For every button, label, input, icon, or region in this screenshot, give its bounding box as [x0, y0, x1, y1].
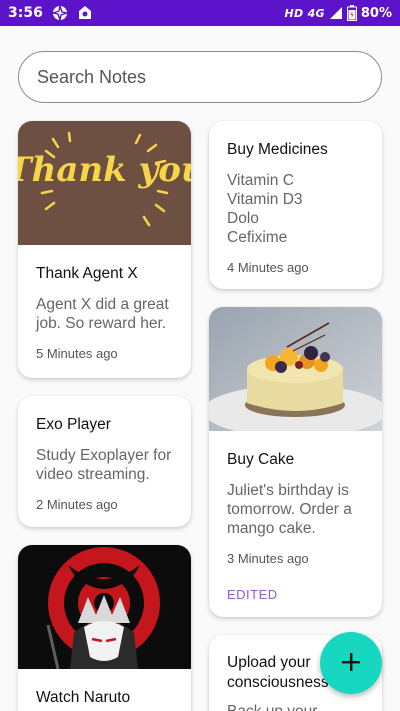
naruto-image [18, 545, 191, 669]
note-card[interactable]: Watch Naruto [18, 545, 191, 711]
app-icon [77, 5, 93, 21]
network-label: HD 4G [284, 6, 325, 20]
note-title: Watch Naruto [36, 689, 131, 706]
note-time: 5 Minutes ago [36, 346, 118, 361]
search-input[interactable] [19, 52, 381, 102]
cake-image [209, 307, 382, 431]
status-bar: 3:56 HD 4G 80% [0, 0, 400, 26]
search-box [18, 51, 382, 103]
note-time: 3 Minutes ago [227, 551, 309, 566]
notes-app: 3:56 HD 4G 80% Search Notes Thank yo Tha… [0, 0, 400, 711]
signal-icon [329, 6, 343, 20]
note-content: Juliet's birthday is tomorrow. Order a m… [227, 482, 352, 537]
note-title: Exo Player [36, 416, 111, 433]
note-card[interactable]: Buy Cake Juliet's birthday is tomorrow. … [209, 307, 382, 617]
thank-you-lettering: Thank you [18, 150, 191, 190]
add-note-button[interactable] [320, 632, 382, 694]
note-content: Study Exoplayer for video streaming. [36, 447, 172, 483]
note-card[interactable]: Exo Player Study Exoplayer for video str… [18, 396, 191, 527]
note-content: Agent X did a great job. So reward her. [36, 296, 169, 332]
note-title: Thank Agent X [36, 265, 138, 282]
note-title: Buy Cake [227, 451, 295, 468]
battery-icon [346, 5, 357, 21]
aperture-icon [52, 5, 68, 21]
note-content: Vitamin C Vitamin D3 Dolo Cefixime [227, 172, 303, 246]
status-time: 3:56 [8, 5, 43, 21]
note-card[interactable]: Buy Medicines Vitamin C Vitamin D3 Dolo … [209, 121, 382, 289]
battery-level: 80% [360, 5, 392, 21]
note-card[interactable]: Thank you Thank Agent X Agent X did a gr… [18, 121, 191, 378]
note-time: 4 Minutes ago [227, 260, 309, 275]
note-content: Back up your [227, 702, 364, 711]
plus-icon [341, 652, 361, 675]
note-title: Buy Medicines [227, 141, 328, 158]
thank-you-image: Thank you [18, 121, 191, 245]
note-time: 2 Minutes ago [36, 497, 118, 512]
edited-label: EDITED [227, 587, 278, 602]
